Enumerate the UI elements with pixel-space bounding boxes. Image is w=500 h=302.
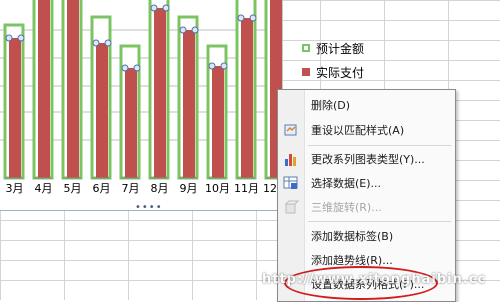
chart-area[interactable]: 3月 4月 5月 6月 7月 8月 9月 10月 11月 12月 •••• (0, 0, 289, 213)
chart-plot[interactable] (0, 0, 282, 210)
bar-actual[interactable] (96, 43, 108, 178)
reset-style-icon (283, 122, 299, 138)
selection-handle[interactable] (121, 64, 129, 72)
selection-handle[interactable] (133, 64, 141, 72)
selection-handle[interactable] (92, 39, 100, 47)
bar-actual[interactable] (67, 0, 79, 178)
selection-handle[interactable] (237, 14, 245, 22)
menu-item-add-data-labels[interactable]: 添加数据标签(B) (278, 224, 455, 248)
selection-handle[interactable] (162, 4, 170, 12)
bar-actual[interactable] (125, 68, 137, 178)
selection-handle[interactable] (191, 26, 199, 34)
selection-handle[interactable] (179, 26, 187, 34)
menu-item-delete[interactable]: 删除(D) (278, 93, 455, 117)
legend-swatch-actual (302, 68, 310, 76)
menu-item-3d-rotation[interactable]: 三维旋转(R)... (278, 195, 455, 219)
menu-item-label: 三维旋转(R)... (311, 201, 382, 214)
legend-label-actual: 实际支付 (316, 65, 365, 80)
menu-item-label: 重设以匹配样式(A) (311, 124, 405, 137)
selection-handle[interactable] (249, 14, 257, 22)
select-data-icon (283, 175, 299, 191)
menu-item-label: 删除(D) (311, 99, 351, 112)
selection-handle[interactable] (150, 4, 158, 12)
x-tick-label: 8月 (150, 182, 169, 195)
menu-item-label: 更改系列图表类型(Y)... (311, 153, 425, 166)
chart-type-icon (283, 151, 299, 167)
x-tick-label: 11月 (234, 182, 259, 195)
bar-actual[interactable] (183, 30, 195, 178)
menu-separator (308, 221, 451, 222)
menu-item-label: 添加数据标签(B) (311, 230, 394, 243)
x-tick-label: 6月 (92, 182, 111, 195)
legend-item-expected[interactable]: 预计金额 (302, 36, 364, 60)
watermark: http://www.xitonghaibin.cc (262, 272, 487, 287)
bar-actual[interactable] (154, 8, 166, 178)
menu-item-select-data[interactable]: 选择数据(E)... (278, 171, 455, 195)
menu-separator (308, 145, 451, 146)
menu-item-reset-style[interactable]: 重设以匹配样式(A) (278, 118, 455, 142)
menu-item-change-chart-type[interactable]: 更改系列图表类型(Y)... (278, 147, 455, 171)
selection-handle[interactable] (104, 39, 112, 47)
x-tick-label: 7月 (121, 182, 140, 195)
chart-resize-handle[interactable]: •••• (135, 202, 163, 213)
selection-handle[interactable] (220, 62, 228, 70)
3d-rotation-icon (283, 199, 300, 215)
x-tick-label: 9月 (179, 182, 198, 195)
menu-item-label: 选择数据(E)... (311, 177, 382, 190)
legend-swatch-expected (302, 44, 310, 52)
legend-item-actual[interactable]: 实际支付 (302, 60, 364, 84)
bar-actual[interactable] (212, 66, 224, 178)
selection-handle[interactable] (5, 34, 13, 42)
x-tick-label: 10月 (205, 182, 230, 195)
bar-actual[interactable] (38, 0, 50, 178)
selection-handle[interactable] (17, 34, 25, 42)
legend-label-expected: 预计金额 (316, 41, 365, 56)
x-tick-label: 3月 (5, 182, 24, 195)
bar-actual[interactable] (9, 38, 21, 178)
x-tick-label: 5月 (63, 182, 82, 195)
selection-handle[interactable] (208, 62, 216, 70)
chart-legend[interactable]: 预计金额 实际支付 (302, 36, 364, 84)
x-tick-label: 4月 (34, 182, 53, 195)
x-axis-labels: 3月 4月 5月 6月 7月 8月 9月 10月 11月 12月 (0, 180, 289, 198)
bar-actual[interactable] (241, 18, 253, 178)
